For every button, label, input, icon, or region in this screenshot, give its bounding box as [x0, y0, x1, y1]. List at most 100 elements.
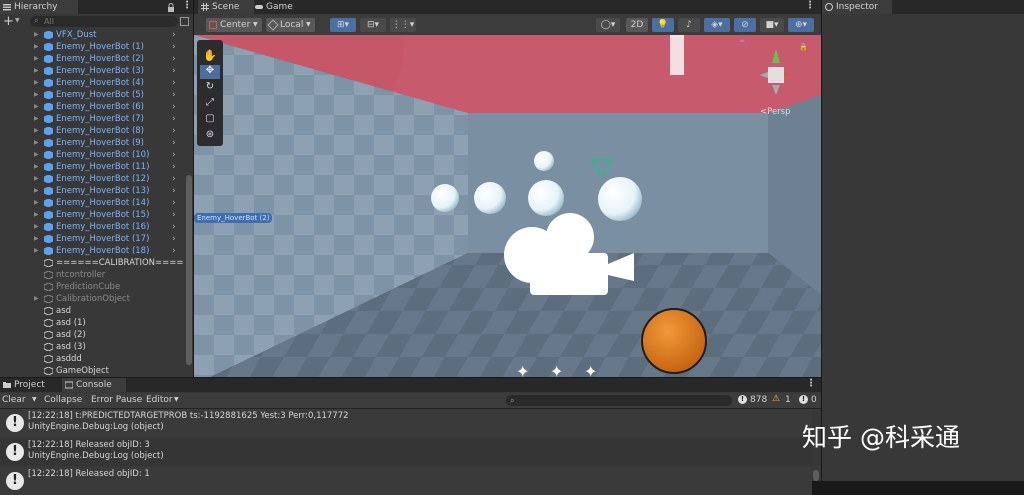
- hierarchy-item[interactable]: asddd: [0, 353, 184, 365]
- chevron-right-icon[interactable]: ›: [172, 149, 176, 161]
- lock-icon[interactable]: [167, 3, 175, 12]
- console-search-input[interactable]: ⌕: [506, 395, 732, 406]
- expand-arrow-icon[interactable]: ▶: [34, 89, 39, 101]
- chevron-right-icon[interactable]: ›: [172, 29, 176, 41]
- hierarchy-item[interactable]: asd (2): [0, 329, 184, 341]
- mode-2d-button[interactable]: 2D: [626, 18, 648, 32]
- camera-settings-button[interactable]: ■▾: [760, 18, 784, 32]
- align-button[interactable]: ⋮⋮▾: [390, 18, 416, 32]
- chevron-right-icon[interactable]: ›: [172, 209, 176, 221]
- hierarchy-item[interactable]: ▶ Enemy_HoverBot (7) ›: [0, 113, 184, 125]
- lighting-toggle[interactable]: 💡: [652, 18, 674, 32]
- expand-arrow-icon[interactable]: ▶: [34, 209, 39, 221]
- hierarchy-item[interactable]: ▶ CalibrationObject: [0, 293, 184, 305]
- tab-project[interactable]: Project: [0, 378, 58, 392]
- chevron-right-icon[interactable]: ›: [172, 41, 176, 53]
- log-entry[interactable]: ! [12:22:18] Released objID: 1: [0, 467, 812, 495]
- hierarchy-item[interactable]: ▶ Enemy_HoverBot (4) ›: [0, 77, 184, 89]
- chevron-right-icon[interactable]: ›: [172, 113, 176, 125]
- tab-inspector[interactable]: Inspector: [822, 0, 892, 14]
- chevron-right-icon[interactable]: ›: [172, 89, 176, 101]
- hierarchy-item[interactable]: ▶ Enemy_HoverBot (13) ›: [0, 185, 184, 197]
- shading-mode-button[interactable]: ◯▾: [596, 18, 620, 32]
- chevron-right-icon[interactable]: ›: [172, 101, 176, 113]
- tab-scene[interactable]: Scene: [198, 0, 254, 14]
- chevron-right-icon[interactable]: ›: [172, 245, 176, 257]
- expand-arrow-icon[interactable]: ▶: [34, 221, 39, 233]
- log-entry[interactable]: ! [12:22:18] Released objID: 3 UnityEngi…: [0, 438, 812, 466]
- log-entry[interactable]: ! [12:22:18] t:PREDICTEDTARGETPROB ts:-1…: [0, 409, 812, 437]
- search-options-icon[interactable]: [180, 17, 189, 26]
- clear-button[interactable]: Clear: [2, 395, 26, 405]
- editor-dropdown[interactable]: Editor: [146, 395, 173, 405]
- hierarchy-item[interactable]: ▶ Enemy_HoverBot (3) ›: [0, 65, 184, 77]
- scene-visibility-toggle[interactable]: ⊘: [734, 18, 756, 32]
- hierarchy-item[interactable]: ▶ Enemy_HoverBot (9) ›: [0, 137, 184, 149]
- chevron-right-icon[interactable]: ›: [172, 65, 176, 77]
- warning-icon[interactable]: ⚠: [772, 394, 780, 404]
- increment-snap-button[interactable]: ⊟▾: [360, 18, 386, 32]
- view-lock-icon[interactable]: 🔒: [799, 43, 808, 51]
- tab-hierarchy[interactable]: Hierarchy: [0, 0, 78, 14]
- scene-viewport[interactable]: ✦ ✦ ✦ ✋ ✥ ↻ ⤢ ▢ ⊛ Enemy_HoverBot (2) <Pe…: [194, 35, 821, 377]
- expand-arrow-icon[interactable]: ▶: [34, 137, 39, 149]
- expand-arrow-icon[interactable]: ▶: [34, 293, 39, 305]
- chevron-right-icon[interactable]: ›: [172, 185, 176, 197]
- console-scrollbar[interactable]: [813, 470, 819, 481]
- expand-arrow-icon[interactable]: ▶: [34, 245, 39, 257]
- search-input[interactable]: ⌕ All: [30, 16, 178, 27]
- expand-arrow-icon[interactable]: ▶: [34, 65, 39, 77]
- console-menu-icon[interactable]: ⋮: [806, 378, 816, 389]
- chevron-right-icon[interactable]: ›: [172, 221, 176, 233]
- hierarchy-item[interactable]: ▶ Enemy_HoverBot (11) ›: [0, 161, 184, 173]
- chevron-right-icon[interactable]: ›: [172, 137, 176, 149]
- expand-arrow-icon[interactable]: ▶: [34, 197, 39, 209]
- expand-arrow-icon[interactable]: ▶: [34, 101, 39, 113]
- hierarchy-item[interactable]: ▶ Enemy_HoverBot (14) ›: [0, 197, 184, 209]
- effects-toggle[interactable]: ◈▾: [704, 18, 730, 32]
- chevron-right-icon[interactable]: ›: [172, 125, 176, 137]
- expand-arrow-icon[interactable]: ▶: [34, 173, 39, 185]
- hierarchy-item[interactable]: ▶ Enemy_HoverBot (17) ›: [0, 233, 184, 245]
- add-button[interactable]: +: [3, 14, 14, 29]
- hierarchy-item[interactable]: ▶ Enemy_HoverBot (10) ›: [0, 149, 184, 161]
- chevron-right-icon[interactable]: ›: [172, 233, 176, 245]
- error-pause-button[interactable]: Error Pause: [91, 395, 142, 405]
- expand-arrow-icon[interactable]: ▶: [34, 113, 39, 125]
- tab-game[interactable]: Game: [252, 0, 302, 14]
- chevron-right-icon[interactable]: ›: [172, 53, 176, 65]
- hierarchy-item[interactable]: asd: [0, 305, 184, 317]
- hierarchy-item[interactable]: ntcontroller: [0, 269, 184, 281]
- hierarchy-item[interactable]: ▶ Enemy_HoverBot (1) ›: [0, 41, 184, 53]
- chevron-right-icon[interactable]: ›: [172, 197, 176, 209]
- expand-arrow-icon[interactable]: ▶: [34, 53, 39, 65]
- hierarchy-item[interactable]: ▶ Enemy_HoverBot (15) ›: [0, 209, 184, 221]
- chevron-right-icon[interactable]: ›: [172, 161, 176, 173]
- hand-tool-icon[interactable]: ✋: [200, 49, 220, 63]
- expand-arrow-icon[interactable]: ▶: [34, 161, 39, 173]
- scene-menu-icon[interactable]: ⋮: [805, 0, 815, 11]
- overlay-menu-icon[interactable]: ═: [740, 37, 744, 45]
- expand-arrow-icon[interactable]: ▶: [34, 125, 39, 137]
- expand-arrow-icon[interactable]: ▶: [34, 185, 39, 197]
- hierarchy-item[interactable]: ▶ Enemy_HoverBot (12) ›: [0, 173, 184, 185]
- hierarchy-item[interactable]: ▶ Enemy_HoverBot (2) ›: [0, 53, 184, 65]
- transform-tool-icon[interactable]: ⊛: [200, 129, 220, 143]
- tab-console[interactable]: Console: [62, 378, 126, 392]
- hierarchy-item[interactable]: asd (1): [0, 317, 184, 329]
- collapse-button[interactable]: Collapse: [44, 395, 82, 405]
- hierarchy-item[interactable]: GameObject: [0, 365, 184, 377]
- editor-chevron-icon[interactable]: ▼: [174, 396, 179, 403]
- add-dropdown-icon[interactable]: ▼: [15, 17, 20, 24]
- hierarchy-scrollbar[interactable]: [186, 175, 192, 365]
- hierarchy-item[interactable]: ======CALIBRATION=====: [0, 257, 184, 269]
- gizmos-button[interactable]: ⊕▾: [788, 18, 814, 32]
- space-local-dropdown[interactable]: Local ▼: [266, 18, 315, 32]
- hierarchy-item[interactable]: ▶ VFX_Dust ›: [0, 29, 184, 41]
- clear-dropdown-icon[interactable]: ▼: [32, 396, 37, 403]
- persp-label[interactable]: <Persp: [760, 107, 791, 117]
- hierarchy-menu-icon[interactable]: ⋮: [182, 0, 192, 11]
- hierarchy-item[interactable]: ▶ Enemy_HoverBot (16) ›: [0, 221, 184, 233]
- hierarchy-item[interactable]: ▶ Enemy_HoverBot (6) ›: [0, 101, 184, 113]
- scale-tool-icon[interactable]: ⤢: [200, 97, 220, 111]
